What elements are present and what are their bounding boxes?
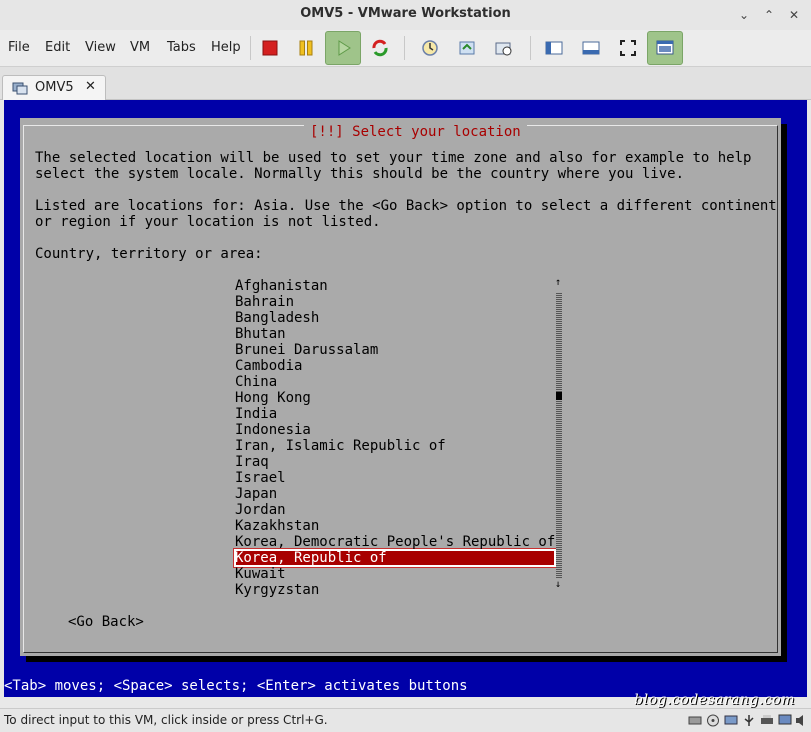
country-item[interactable]: Jordan <box>235 502 555 518</box>
country-item[interactable]: Bahrain <box>235 294 555 310</box>
go-back-button[interactable]: <Go Back> <box>68 614 144 630</box>
scrollbar-track <box>556 292 562 578</box>
vm-console[interactable]: [!!] Select your location The selected l… <box>4 100 807 708</box>
minimize-icon[interactable]: ⌄ <box>735 6 753 24</box>
suspend-icon[interactable] <box>296 38 316 58</box>
snapshot-manager-icon[interactable] <box>494 38 514 58</box>
vm-icon <box>12 82 28 95</box>
show-library-icon[interactable] <box>544 38 564 58</box>
toolbar-separator <box>530 36 531 60</box>
power-off-icon[interactable] <box>260 38 280 58</box>
hard-disk-icon[interactable] <box>688 714 702 727</box>
country-item[interactable]: Iraq <box>235 454 555 470</box>
close-icon[interactable]: ✕ <box>785 6 803 24</box>
snapshot-icon[interactable] <box>420 38 440 58</box>
status-bar: To direct input to this VM, click inside… <box>0 708 811 732</box>
installer-dialog: [!!] Select your location The selected l… <box>20 118 781 656</box>
status-message: To direct input to this VM, click inside… <box>4 713 328 727</box>
display-icon[interactable] <box>778 714 792 727</box>
thumbnail-bar-icon[interactable] <box>581 38 601 58</box>
reset-icon[interactable] <box>370 38 390 58</box>
scroll-down-icon[interactable]: ↓ <box>555 580 561 590</box>
country-item[interactable]: India <box>235 406 555 422</box>
maximize-icon[interactable]: ⌃ <box>760 6 778 24</box>
tab-close-icon[interactable]: ✕ <box>85 79 96 94</box>
country-item[interactable]: Kuwait <box>235 566 555 582</box>
country-item-selected[interactable]: Korea, Republic of <box>234 549 556 567</box>
country-item[interactable]: Hong Kong <box>235 390 555 406</box>
menu-view[interactable]: View <box>85 40 116 55</box>
title-bar: OMV5 - VMware Workstation ⌄ ⌃ ✕ <box>0 0 811 31</box>
country-item[interactable]: China <box>235 374 555 390</box>
tab-omv5[interactable]: OMV5 ✕ <box>2 75 106 100</box>
toolbar-separator <box>404 36 405 60</box>
description-line: or region if your location is not listed… <box>35 214 381 230</box>
tab-strip: OMV5 ✕ <box>0 67 811 100</box>
country-item[interactable]: Japan <box>235 486 555 502</box>
tab-label: OMV5 <box>35 80 74 95</box>
country-item[interactable]: Kazakhstan <box>235 518 555 534</box>
country-item[interactable]: Cambodia <box>235 358 555 374</box>
scrollbar-thumb[interactable] <box>556 392 562 400</box>
unity-mode-button[interactable] <box>647 31 683 65</box>
description-line: select the system locale. Normally this … <box>35 166 685 182</box>
network-icon[interactable] <box>724 714 738 727</box>
description-line: Listed are locations for: Asia. Use the … <box>35 198 777 214</box>
revert-snapshot-icon[interactable] <box>457 38 477 58</box>
toolbar-separator <box>250 36 251 60</box>
cd-rom-icon[interactable] <box>706 714 720 727</box>
country-item[interactable]: Bhutan <box>235 326 555 342</box>
country-item[interactable]: Indonesia <box>235 422 555 438</box>
printer-icon[interactable] <box>760 714 774 727</box>
country-item[interactable]: Kyrgyzstan <box>235 582 555 598</box>
dialog-title: [!!] Select your location <box>304 124 527 140</box>
country-item[interactable]: Korea, Democratic People's Republic of <box>235 534 555 550</box>
scroll-up-icon[interactable]: ↑ <box>555 278 561 288</box>
window-title: OMV5 - VMware Workstation <box>300 6 511 21</box>
country-item[interactable]: Brunei Darussalam <box>235 342 555 358</box>
scrollbar[interactable]: ↑ ↓ <box>555 278 563 590</box>
menu-vm[interactable]: VM <box>130 40 150 55</box>
usb-icon[interactable] <box>742 714 756 727</box>
watermark: blog.codesarang.com <box>634 692 795 708</box>
country-item[interactable]: Iran, Islamic Republic of <box>235 438 555 454</box>
country-list[interactable]: Afghanistan Bahrain Bangladesh Bhutan Brunei… <box>234 278 556 598</box>
console-view-icon <box>656 40 674 55</box>
country-item[interactable]: Israel <box>235 470 555 486</box>
menu-file[interactable]: File <box>8 40 30 55</box>
menu-help[interactable]: Help <box>211 40 241 55</box>
menu-edit[interactable]: Edit <box>45 40 70 55</box>
country-item[interactable]: Afghanistan <box>235 278 555 294</box>
description-line: The selected location will be used to se… <box>35 150 752 166</box>
play-icon <box>338 40 351 56</box>
country-item[interactable]: Bangladesh <box>235 310 555 326</box>
console-help-text: <Tab> moves; <Space> selects; <Enter> ac… <box>4 678 468 694</box>
full-screen-icon[interactable] <box>618 38 638 58</box>
list-prompt: Country, territory or area: <box>35 246 263 262</box>
menu-toolbar: File Edit View VM Tabs Help <box>0 30 811 67</box>
sound-icon[interactable] <box>795 714 809 727</box>
power-on-button[interactable] <box>325 31 361 65</box>
menu-tabs[interactable]: Tabs <box>167 40 196 55</box>
